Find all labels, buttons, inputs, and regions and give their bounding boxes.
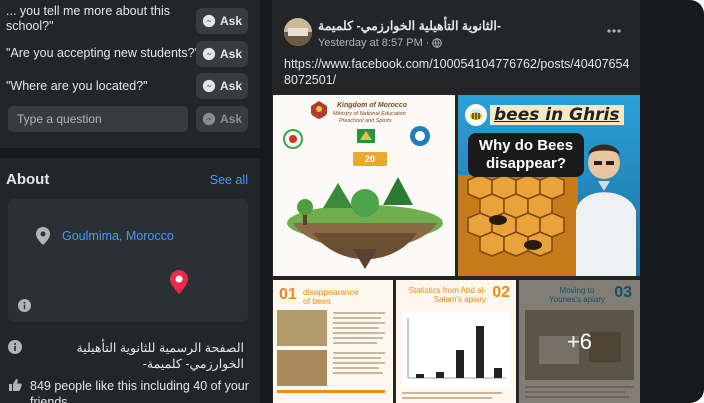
info-icon[interactable] xyxy=(18,299,31,312)
page-name[interactable]: الثانوية التأهيلية الخوارزمي- كلميمة- xyxy=(318,18,501,33)
post-timestamp[interactable]: Yesterday at 8:57 PM xyxy=(318,37,423,49)
ask-button[interactable]: Ask xyxy=(196,41,248,67)
person-illustration xyxy=(576,144,636,276)
like-icon xyxy=(9,379,22,391)
question-text: ... you tell me more about this school?" xyxy=(6,4,170,34)
page-description: الصفحة الرسمية للثانوية التأهيلية الخوار… xyxy=(76,341,244,371)
question-row[interactable]: "Where are you located?" Ask xyxy=(0,72,260,100)
messenger-icon xyxy=(202,79,216,93)
question-line: ... you tell me more about this xyxy=(6,4,170,18)
ask-button[interactable]: Ask xyxy=(196,8,248,34)
map-marker-icon xyxy=(170,270,188,294)
globe-icon xyxy=(432,38,443,48)
location-pin-icon xyxy=(36,227,50,245)
ask-label: Ask xyxy=(219,112,242,126)
poster-content xyxy=(277,310,385,393)
post-image-disappearance[interactable]: 01 disappearance of bees xyxy=(273,280,393,403)
poster-title: Kingdom of Morocco xyxy=(337,102,407,109)
ask-button-disabled[interactable]: Ask xyxy=(196,106,248,132)
more-options-icon[interactable] xyxy=(606,28,622,34)
question-text: "Where are you located?" xyxy=(6,79,148,93)
separator: · xyxy=(425,37,430,49)
poster-number: 02 xyxy=(492,284,510,301)
emblem-icon xyxy=(311,101,327,119)
logo-icon xyxy=(283,129,303,149)
post-link[interactable]: https://www.facebook.com/100054104776762… xyxy=(284,56,636,88)
ask-label: Ask xyxy=(219,79,242,93)
bees-title: bees in Ghris xyxy=(490,105,624,125)
location-map[interactable]: Goulmima, Morocco xyxy=(8,199,248,322)
question-line: school?" xyxy=(6,19,54,33)
messenger-icon xyxy=(202,112,216,126)
post-image-moving[interactable]: Moving to Younes's apiary 03 +6 xyxy=(519,280,640,403)
poster-heading: disappearance of bees xyxy=(303,287,359,306)
post-card: الثانوية التأهيلية الخوارزمي- كلميمة- Ye… xyxy=(272,0,640,403)
question-row[interactable]: "Are you accepting new students?" Ask xyxy=(0,40,260,68)
bee-icon xyxy=(465,104,487,126)
poster-number: 01 xyxy=(279,286,297,303)
post-image-statistics[interactable]: Statistics from Abd al-Salam's apiary 02 xyxy=(396,280,516,403)
question-text: "Are you accepting new students?" xyxy=(6,46,200,60)
school-building-icon xyxy=(284,18,312,46)
island-illustration xyxy=(287,177,443,269)
ask-label: Ask xyxy=(219,14,242,28)
page-avatar[interactable] xyxy=(284,18,312,46)
about-title: About xyxy=(6,171,50,188)
logo-icon xyxy=(410,126,430,146)
post-image-kingdom[interactable]: Kingdom of Morocco Ministry of National … xyxy=(273,95,455,276)
question-row[interactable]: ... you tell me more about this school?"… xyxy=(0,4,260,40)
questions-card: ... you tell me more about this school?"… xyxy=(0,0,260,148)
honeycomb-illustration xyxy=(458,175,578,276)
post-image-bees[interactable]: bees in Ghris Why do Bees disappear? xyxy=(458,95,640,276)
facebook-page: ... you tell me more about this school?"… xyxy=(0,0,704,403)
ask-label: Ask xyxy=(219,47,242,61)
location-link[interactable]: Goulmima, Morocco xyxy=(62,229,174,243)
question-input[interactable]: Type a question xyxy=(8,106,188,132)
bar-chart-graphic xyxy=(402,312,510,388)
poster-heading: Statistics from Abd al-Salam's apiary xyxy=(408,286,486,304)
poster-subtitle: Ministry of National Education xyxy=(333,111,406,117)
poster-subtitle: Preschool and Sports xyxy=(339,118,392,124)
see-all-link[interactable]: See all xyxy=(210,173,248,187)
messenger-icon xyxy=(202,47,216,61)
left-column: ... you tell me more about this school?"… xyxy=(0,0,260,403)
page-likes: 849 people like this including 40 of you… xyxy=(30,379,249,403)
ask-button[interactable]: Ask xyxy=(196,73,248,99)
poster-text-lines xyxy=(402,392,502,399)
bees-subtitle: Why do Bees disappear? xyxy=(468,133,584,177)
messenger-icon xyxy=(202,14,216,28)
info-icon xyxy=(8,340,22,354)
post-meta: Yesterday at 8:57 PM · xyxy=(318,37,443,49)
logo-icon xyxy=(357,129,375,143)
more-photos-overlay[interactable]: +6 xyxy=(519,280,640,403)
